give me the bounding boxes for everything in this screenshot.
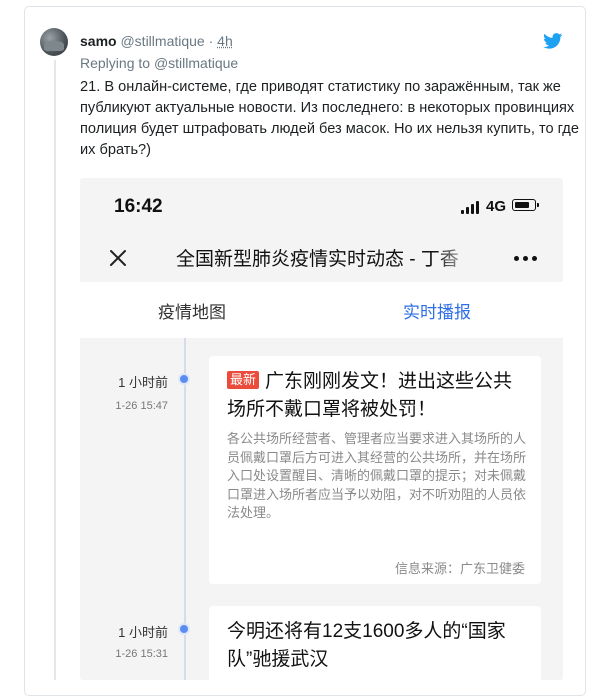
news-body: 各公共场所经营者、管理者应当要求进入其场所的人员佩戴口罩后方可进入其经营的公共场… <box>227 431 527 520</box>
signal-icon <box>461 200 483 214</box>
news-title: 最新 广东刚刚发文！进出这些公共场所不戴口罩将被处罚！ <box>227 368 527 424</box>
reply-prefix: Replying to <box>80 55 154 71</box>
avatar[interactable] <box>40 28 68 56</box>
app-nav-bar: 全国新型肺炎疫情实时动态 - 丁香 <box>80 238 563 282</box>
news-feed: 1 小时前 1-26 15:47 最新 广东刚刚发文！进出这些公共场所不戴口罩将被… <box>80 338 563 680</box>
status-clock: 16:42 <box>114 196 163 217</box>
new-badge: 最新 <box>227 371 260 389</box>
timeline-dot <box>178 373 190 385</box>
tab-epidemic-map[interactable]: 疫情地图 <box>158 298 226 323</box>
tweet-header: samo @stillmatique · 4h <box>80 33 233 49</box>
news-source: 信息来源：广东卫健委 <box>394 561 525 576</box>
phone-status-bar: 16:42 4G <box>80 178 563 238</box>
thread-line <box>54 60 56 680</box>
page-title: 全国新型肺炎疫情实时动态 - 丁香 <box>176 244 476 271</box>
item-relative-time: 1 小时前 <box>118 625 168 640</box>
item-date: 1-26 15:31 <box>115 648 168 660</box>
news-card[interactable]: 最新 广东刚刚发文！进出这些公共场所不戴口罩将被处罚！ 各公共场所经营者、管理者应… <box>209 356 541 584</box>
network-label: 4G <box>486 198 507 215</box>
item-date: 1-26 15:47 <box>115 400 168 412</box>
tweet-text: 21. В онлайн-системе, где приводят стати… <box>80 79 579 158</box>
more-icon[interactable] <box>514 256 538 262</box>
battery-icon <box>512 199 539 211</box>
reply-to-handle[interactable]: @stillmatique <box>154 55 238 71</box>
tab-live-updates[interactable]: 实时播报 <box>403 298 471 323</box>
news-title-text: 广东刚刚发文！进出这些公共场所不戴口罩将被处罚！ <box>227 371 513 420</box>
timeline-dot <box>178 623 190 635</box>
tab-bar: 疫情地图 实时播报 <box>80 282 563 338</box>
item-relative-time: 1 小时前 <box>118 375 168 390</box>
author-name[interactable]: samo <box>80 33 117 49</box>
tweet-time[interactable]: 4h <box>217 33 233 49</box>
author-handle[interactable]: @stillmatique <box>120 33 204 49</box>
close-icon[interactable] <box>106 246 130 270</box>
embedded-screenshot[interactable]: 16:42 4G 全国新型肺炎疫情实时动态 - 丁香 疫情地图 实时播报 1 小… <box>80 178 563 680</box>
news-title-text: 今明还将有12支1600多人的“国家队”驰援武汉 <box>227 621 506 670</box>
replying-to: Replying to @stillmatique <box>80 55 238 71</box>
separator-dot: · <box>208 33 214 49</box>
news-card[interactable]: 今明还将有12支1600多人的“国家队”驰援武汉 <box>209 606 541 680</box>
twitter-bird-icon[interactable] <box>543 33 563 49</box>
